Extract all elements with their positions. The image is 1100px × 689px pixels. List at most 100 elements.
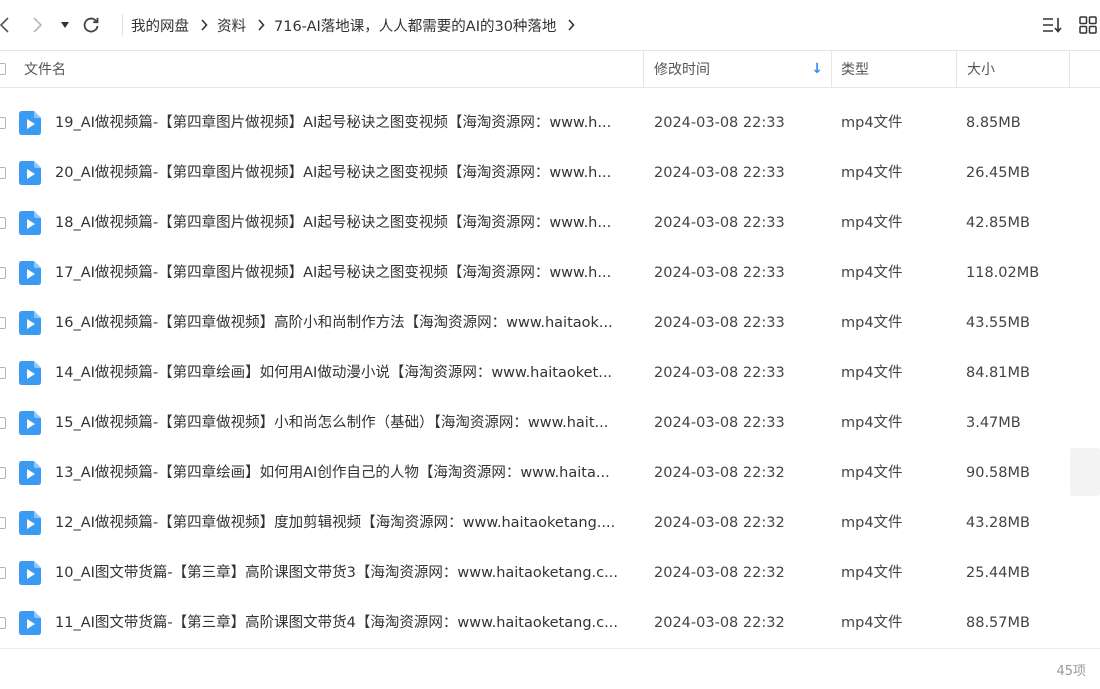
file-size: 42.85MB: [966, 215, 1030, 231]
file-modified: 2024-03-08 22:32: [654, 515, 785, 531]
file-modified: 2024-03-08 22:33: [654, 215, 785, 231]
table-row[interactable]: 16_AI做视频篇-【第四章做视频】高阶小和尚制作方法【海淘资源网：www.ha…: [0, 298, 1100, 348]
breadcrumb-item-root[interactable]: 我的网盘: [122, 15, 189, 36]
sort-list-icon: [1043, 18, 1062, 33]
file-size: 25.44MB: [966, 565, 1030, 581]
file-type: mp4文件: [841, 265, 903, 281]
file-name: 13_AI做视频篇-【第四章绘画】如何用AI创作自己的人物【海淘资源网：www.…: [55, 465, 610, 481]
file-type: mp4文件: [841, 315, 903, 331]
sort-arrow-icon: ↓: [811, 61, 823, 77]
file-type: mp4文件: [841, 115, 903, 131]
breadcrumb-separator-icon: [556, 19, 576, 31]
table-row[interactable]: 11_AI图文带货篇-【第三章】高阶课图文带货4【海淘资源网：www.haita…: [0, 598, 1100, 648]
file-name: 20_AI做视频篇-【第四章图片做视频】AI起号秘诀之图变视频【海淘资源网：ww…: [55, 165, 612, 181]
row-checkbox[interactable]: [0, 317, 6, 329]
file-modified: 2024-03-08 22:32: [654, 615, 785, 631]
table-row[interactable]: 10_AI图文带货篇-【第三章】高阶课图文带货3【海淘资源网：www.haita…: [0, 548, 1100, 598]
file-modified: 2024-03-08 22:33: [654, 115, 785, 131]
file-modified: 2024-03-08 22:33: [654, 265, 785, 281]
file-name: 10_AI图文带货篇-【第三章】高阶课图文带货3【海淘资源网：www.haita…: [55, 565, 618, 581]
video-file-icon: [19, 611, 41, 635]
row-checkbox[interactable]: [0, 617, 6, 629]
view-toggle-button[interactable]: [1076, 12, 1100, 38]
file-name: 19_AI做视频篇-【第四章图片做视频】AI起号秘诀之图变视频【海淘资源网：ww…: [55, 115, 612, 131]
row-checkbox[interactable]: [0, 367, 6, 379]
caret-down-icon: [61, 22, 69, 28]
column-header-name-label: 文件名: [24, 62, 66, 78]
column-header: 文件名 修改时间 ↓ 类型 大小: [0, 50, 1100, 88]
table-row[interactable]: 18_AI做视频篇-【第四章图片做视频】AI起号秘诀之图变视频【海淘资源网：ww…: [0, 198, 1100, 248]
breadcrumb-separator-icon: [189, 19, 208, 31]
file-size: 26.45MB: [966, 165, 1030, 181]
row-checkbox[interactable]: [0, 117, 6, 129]
video-file-icon: [19, 111, 41, 135]
breadcrumb: 我的网盘 资料 716-AI落地课，人人都需要的AI的30种落地: [122, 12, 576, 38]
table-row[interactable]: 15_AI做视频篇-【第四章做视频】小和尚怎么制作（基础）【海淘资源网：www.…: [0, 398, 1100, 448]
back-button[interactable]: [0, 12, 10, 38]
refresh-button[interactable]: [80, 12, 102, 38]
file-modified: 2024-03-08 22:33: [654, 365, 785, 381]
column-divider: [1069, 51, 1070, 87]
history-dropdown-button[interactable]: [58, 12, 72, 38]
file-type: mp4文件: [841, 465, 903, 481]
file-size: 84.81MB: [966, 365, 1030, 381]
table-row[interactable]: 14_AI做视频篇-【第四章绘画】如何用AI做动漫小说【海淘资源网：www.ha…: [0, 348, 1100, 398]
row-checkbox[interactable]: [0, 467, 6, 479]
file-size: 3.47MB: [966, 415, 1021, 431]
table-row[interactable]: 12_AI做视频篇-【第四章做视频】度加剪辑视频【海淘资源网：www.haita…: [0, 498, 1100, 548]
file-type: mp4文件: [841, 515, 903, 531]
video-file-icon: [19, 461, 41, 485]
video-file-icon: [19, 561, 41, 585]
file-size: 43.28MB: [966, 515, 1030, 531]
file-type: mp4文件: [841, 215, 903, 231]
file-list: 19_AI做视频篇-【第四章图片做视频】AI起号秘诀之图变视频【海淘资源网：ww…: [0, 98, 1100, 648]
file-size: 88.57MB: [966, 615, 1030, 631]
column-header-type-label: 类型: [841, 62, 869, 78]
row-checkbox[interactable]: [0, 267, 6, 279]
file-modified: 2024-03-08 22:32: [654, 565, 785, 581]
chevron-left-icon: [0, 17, 9, 33]
file-modified: 2024-03-08 22:33: [654, 415, 785, 431]
status-bar: 45项: [0, 648, 1100, 689]
video-file-icon: [19, 261, 41, 285]
file-type: mp4文件: [841, 565, 903, 581]
sort-button[interactable]: [1040, 12, 1064, 38]
breadcrumb-separator-icon: [246, 19, 265, 31]
video-file-icon: [19, 411, 41, 435]
breadcrumb-item-current[interactable]: 716-AI落地课，人人都需要的AI的30种落地: [265, 15, 556, 36]
refresh-icon: [83, 17, 99, 33]
chevron-right-icon: [33, 17, 43, 33]
file-type: mp4文件: [841, 415, 903, 431]
video-file-icon: [19, 511, 41, 535]
row-checkbox[interactable]: [0, 567, 6, 579]
column-header-modified-label: 修改时间: [654, 62, 710, 78]
column-header-modified[interactable]: 修改时间 ↓: [644, 51, 831, 87]
column-header-size[interactable]: 大小: [957, 51, 1069, 87]
table-row[interactable]: 13_AI做视频篇-【第四章绘画】如何用AI创作自己的人物【海淘资源网：www.…: [0, 448, 1100, 498]
grid-view-icon: [1079, 16, 1097, 34]
file-type: mp4文件: [841, 365, 903, 381]
breadcrumb-item-folder[interactable]: 资料: [208, 15, 246, 36]
row-checkbox[interactable]: [0, 217, 6, 229]
file-size: 118.02MB: [966, 265, 1040, 281]
column-header-name[interactable]: 文件名: [0, 51, 640, 87]
table-row[interactable]: 17_AI做视频篇-【第四章图片做视频】AI起号秘诀之图变视频【海淘资源网：ww…: [0, 248, 1100, 298]
select-all-checkbox[interactable]: [0, 63, 6, 75]
file-name: 17_AI做视频篇-【第四章图片做视频】AI起号秘诀之图变视频【海淘资源网：ww…: [55, 265, 612, 281]
file-name: 12_AI做视频篇-【第四章做视频】度加剪辑视频【海淘资源网：www.haita…: [55, 515, 616, 531]
column-header-size-label: 大小: [967, 62, 995, 78]
table-row[interactable]: 19_AI做视频篇-【第四章图片做视频】AI起号秘诀之图变视频【海淘资源网：ww…: [0, 98, 1100, 148]
file-size: 8.85MB: [966, 115, 1021, 131]
navigation-bar: 我的网盘 资料 716-AI落地课，人人都需要的AI的30种落地: [0, 0, 1100, 50]
table-row[interactable]: 20_AI做视频篇-【第四章图片做视频】AI起号秘诀之图变视频【海淘资源网：ww…: [0, 148, 1100, 198]
file-type: mp4文件: [841, 615, 903, 631]
file-name: 15_AI做视频篇-【第四章做视频】小和尚怎么制作（基础）【海淘资源网：www.…: [55, 415, 609, 431]
column-header-type[interactable]: 类型: [832, 51, 956, 87]
row-checkbox[interactable]: [0, 417, 6, 429]
row-checkbox[interactable]: [0, 517, 6, 529]
scrollbar-thumb[interactable]: [1070, 448, 1100, 496]
file-modified: 2024-03-08 22:33: [654, 315, 785, 331]
row-checkbox[interactable]: [0, 167, 6, 179]
forward-button[interactable]: [28, 12, 46, 38]
file-name: 18_AI做视频篇-【第四章图片做视频】AI起号秘诀之图变视频【海淘资源网：ww…: [55, 215, 612, 231]
